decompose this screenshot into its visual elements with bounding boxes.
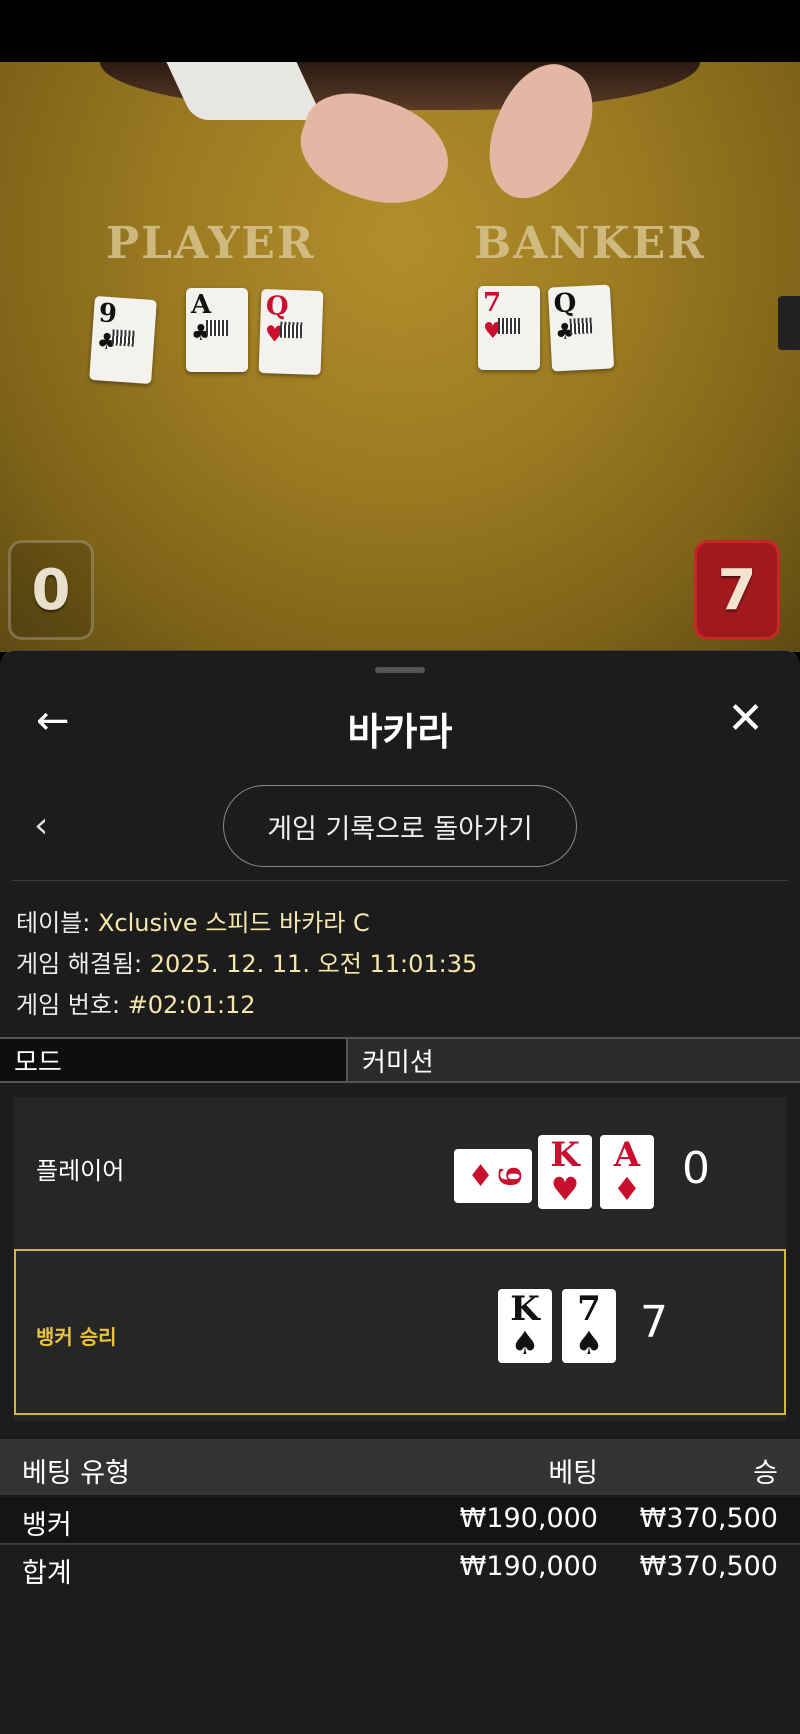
player-total: 0 [682, 1143, 710, 1194]
card-rank: K [510, 1289, 540, 1329]
player-hand-row: 플레이어 ♦ 9 K ♥ A ♦ 0 [14, 1097, 786, 1247]
card-barcode [206, 320, 228, 336]
hand-result-panel: 플레이어 ♦ 9 K ♥ A ♦ 0 뱅커 승리 K ♠ 7 ♠ 7 [14, 1097, 786, 1421]
total-win: ₩370,500 [639, 1551, 778, 1582]
player-hand-label: 플레이어 [36, 1157, 125, 1185]
detail-tabs: 모드 커미션 [0, 1037, 800, 1083]
info-number-value: #02:01:12 [127, 991, 256, 1019]
divider [12, 880, 788, 881]
info-table-label: 테이블: [16, 909, 98, 937]
total-row: 합계 ₩190,000 ₩370,500 [0, 1543, 800, 1589]
banker-win-label: 뱅커 승리 [36, 1325, 117, 1349]
table-card: 7 ♥ [478, 286, 540, 370]
banker-score-badge: 7 [694, 540, 780, 640]
history-nav: ‹ 게임 기록으로 돌아가기 [0, 785, 800, 867]
card-rank: K [550, 1135, 580, 1175]
close-icon[interactable]: ✕ [727, 697, 764, 741]
live-video-feed: PLAYER BANKER 9 ♣ A ♣ Q ♥ 7 ♥ Q ♣ 0 7 [0, 0, 800, 652]
result-card: 7 ♠ [562, 1289, 616, 1363]
info-resolved-value: 2025. 12. 11. 오전 11:01:35 [149, 950, 478, 978]
card-rank: A [191, 290, 212, 320]
col-bet: 베팅 [548, 1458, 598, 1489]
table-player-label: PLAYER [106, 218, 316, 269]
result-card: K ♠ [498, 1289, 552, 1363]
card-rank: 9 [490, 1165, 526, 1187]
card-barcode [498, 318, 520, 334]
table-banker-label: BANKER [474, 218, 706, 269]
table-card: Q ♥ [258, 288, 324, 376]
table-card: Q ♣ [547, 284, 615, 372]
table-card: A ♣ [186, 288, 248, 372]
card-suit: ♥ [550, 1170, 580, 1208]
card-suit: ♦ [612, 1170, 642, 1208]
win-amount-cell: ₩370,500 [639, 1503, 778, 1534]
back-to-history-button[interactable]: 게임 기록으로 돌아가기 [223, 785, 577, 867]
card-barcode [569, 317, 593, 335]
info-game-number: 게임 번호: #02:01:12 [16, 985, 256, 1020]
card-rank: Q [552, 288, 578, 320]
total-label: 합계 [22, 1558, 72, 1589]
banker-hand-row: 뱅커 승리 K ♠ 7 ♠ 7 [14, 1249, 786, 1415]
chevron-left-icon[interactable]: ‹ [34, 805, 48, 846]
table-row: 뱅커 ₩190,000 ₩370,500 [0, 1497, 800, 1543]
card-rank: Q [265, 291, 290, 322]
card-rank: 7 [577, 1289, 601, 1329]
col-win: 승 [753, 1458, 778, 1489]
card-rank: 9 [97, 298, 118, 330]
total-bet: ₩190,000 [459, 1551, 598, 1582]
card-suit: ♠ [574, 1324, 604, 1362]
info-resolved-label: 게임 해결됨: [16, 950, 150, 978]
bet-amount-cell: ₩190,000 [459, 1503, 598, 1534]
card-suit: ♠ [510, 1324, 540, 1362]
tab-mode[interactable]: 모드 [0, 1039, 348, 1081]
player-score-badge: 0 [8, 540, 94, 640]
info-number-label: 게임 번호: [16, 991, 128, 1019]
page-title: 바카라 [347, 710, 453, 754]
sheet-header: ← 바카라 ✕ [0, 691, 800, 755]
tab-commission[interactable]: 커미션 [348, 1039, 800, 1081]
info-table-value: Xclusive 스피드 바카라 C [97, 909, 370, 937]
card-barcode [279, 321, 303, 339]
bets-table-header: 베팅 유형 베팅 승 [0, 1439, 800, 1495]
chip-tray [778, 296, 800, 350]
card-rank: 7 [483, 288, 502, 318]
result-card: ♦ 9 [454, 1149, 532, 1203]
dealer-sleeve [166, 62, 324, 120]
sheet-drag-handle[interactable] [375, 667, 425, 673]
result-card: A ♦ [600, 1135, 654, 1209]
result-card: K ♥ [538, 1135, 592, 1209]
col-bet-type: 베팅 유형 [22, 1458, 130, 1489]
banker-total: 7 [640, 1297, 668, 1348]
info-resolved: 게임 해결됨: 2025. 12. 11. 오전 11:01:35 [16, 944, 477, 979]
card-barcode [111, 329, 135, 347]
card-rank: A [613, 1135, 641, 1175]
table-card: 9 ♣ [89, 295, 157, 385]
info-table: 테이블: Xclusive 스피드 바카라 C [16, 903, 370, 938]
bet-type-cell: 뱅커 [22, 1510, 72, 1541]
game-detail-sheet: ← 바카라 ✕ ‹ 게임 기록으로 돌아가기 테이블: Xclusive 스피드… [0, 650, 800, 1734]
